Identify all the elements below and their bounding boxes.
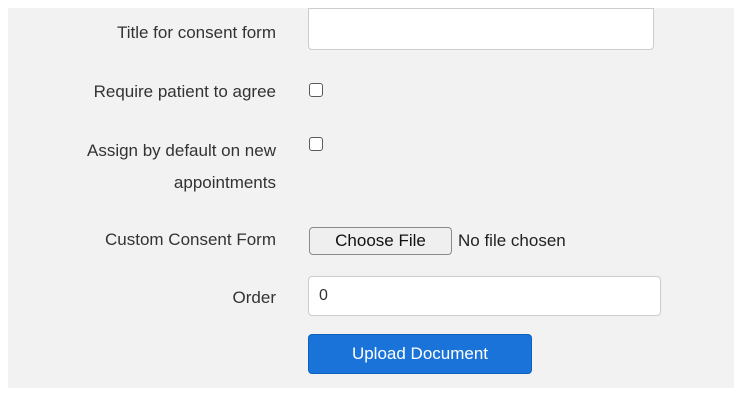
file-status-text: No file chosen — [458, 231, 566, 250]
custom-consent-form-label: Custom Consent Form — [105, 230, 276, 249]
assign-default-label: Assign by default on new appointments — [86, 141, 276, 192]
order-label: Order — [232, 288, 276, 307]
assign-default-checkbox[interactable] — [309, 137, 323, 151]
require-agree-label: Require patient to agree — [93, 82, 276, 101]
consent-title-input[interactable] — [308, 8, 654, 50]
upload-document-button[interactable]: Upload Document — [308, 334, 532, 374]
choose-file-button[interactable]: Choose File — [309, 227, 452, 255]
order-input[interactable] — [308, 276, 661, 316]
require-agree-checkbox[interactable] — [309, 83, 323, 97]
title-field-label: Title for consent form — [116, 23, 276, 42]
